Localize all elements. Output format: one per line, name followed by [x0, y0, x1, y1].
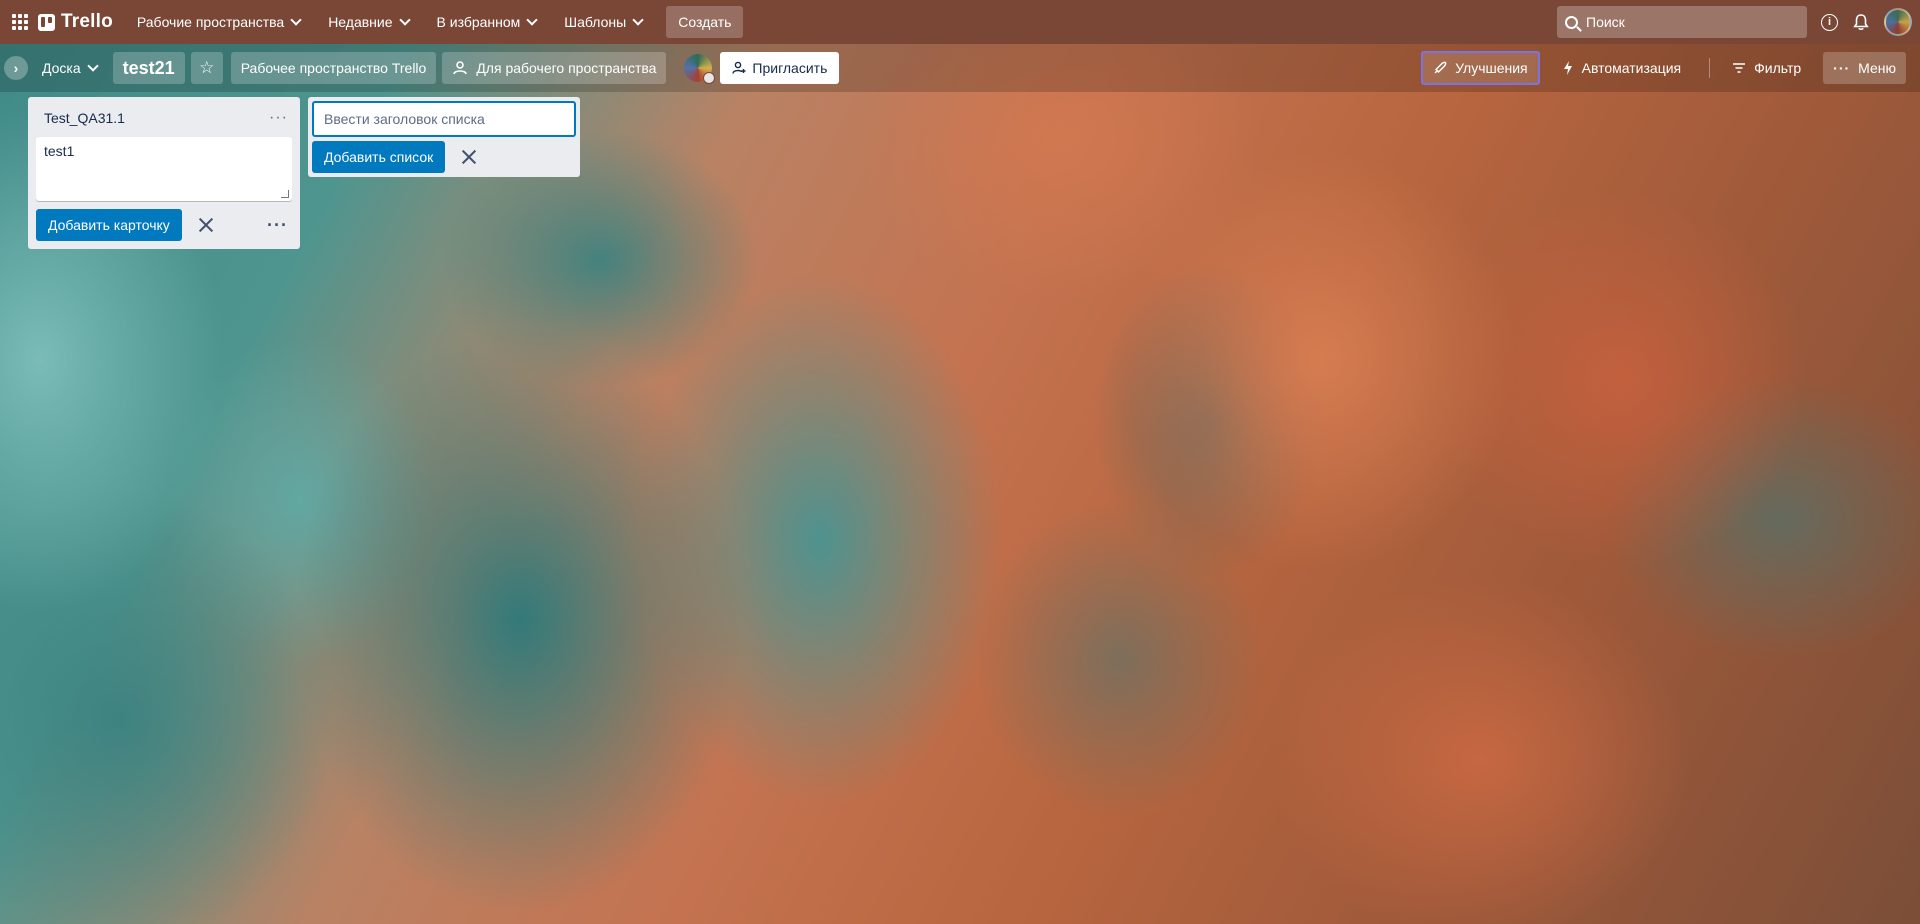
nav-workspaces-label: Рабочие пространства	[136, 14, 285, 30]
add-person-icon	[732, 61, 746, 74]
rocket-icon	[1434, 61, 1447, 74]
trello-logo-icon	[38, 13, 55, 31]
chevron-down-icon	[526, 14, 538, 26]
header-divider	[1709, 58, 1711, 78]
resize-grip-icon[interactable]	[281, 190, 289, 198]
search-input[interactable]	[1586, 14, 1786, 30]
card-title-textarea[interactable]	[44, 143, 284, 195]
card-composer-actions: Добавить карточку ···	[36, 209, 292, 241]
upgrades-label: Улучшения	[1455, 60, 1528, 76]
list-title-input[interactable]	[312, 101, 576, 137]
lightning-icon	[1563, 61, 1572, 75]
filter-label: Фильтр	[1754, 60, 1802, 76]
list-header: Test_QA31.1 ···	[36, 103, 292, 133]
chevron-down-icon	[290, 14, 302, 26]
automation-label: Автоматизация	[1581, 60, 1682, 76]
top-navigation-bar: Trello Рабочие пространства Недавние В и…	[0, 0, 1920, 44]
automation-button[interactable]: Автоматизация	[1552, 52, 1691, 84]
menu-button[interactable]: ··· Меню	[1823, 52, 1906, 84]
chevron-down-icon	[398, 14, 411, 26]
workspace-button[interactable]: Рабочее пространство Trello	[230, 52, 437, 84]
close-icon[interactable]	[190, 209, 222, 241]
nav-starred-label: В избранном	[436, 14, 521, 30]
list-actions-dots-icon[interactable]: ···	[269, 109, 288, 127]
card-composer	[36, 137, 292, 201]
filter-icon	[1733, 63, 1746, 73]
sidebar-expand-chevron-icon[interactable]: ›	[4, 56, 28, 80]
new-list-composer: Добавить список	[308, 97, 580, 177]
more-dots-icon: ···	[1833, 60, 1851, 76]
visibility-label: Для рабочего пространства	[476, 60, 657, 76]
add-list-button[interactable]: Добавить список	[312, 141, 446, 173]
bell-icon[interactable]	[1852, 13, 1870, 31]
board-header: › Доска test21 ☆ Рабочее пространство Tr…	[0, 44, 1920, 92]
menu-label: Меню	[1858, 60, 1896, 76]
visibility-button[interactable]: Для рабочего пространства	[442, 52, 667, 84]
search-icon	[1565, 15, 1578, 29]
apps-grid-icon[interactable]	[10, 12, 30, 32]
list-title[interactable]: Test_QA31.1	[44, 110, 125, 126]
board-title[interactable]: test21	[112, 52, 185, 84]
create-button[interactable]: Создать	[666, 6, 744, 38]
nav-recent[interactable]: Недавние	[318, 6, 418, 38]
upgrades-button[interactable]: Улучшения	[1421, 51, 1540, 85]
invite-button[interactable]: Пригласить	[720, 52, 840, 84]
star-icon[interactable]: ☆	[190, 52, 223, 84]
info-icon[interactable]: i	[1821, 13, 1838, 31]
board-view-switcher[interactable]: Доска	[32, 52, 107, 84]
nav-starred[interactable]: В избранном	[427, 6, 547, 38]
trello-logo[interactable]: Trello	[38, 11, 113, 33]
nav-templates[interactable]: Шаблоны	[554, 6, 652, 38]
search-box[interactable]	[1557, 6, 1807, 38]
board-header-right: Улучшения Автоматизация Фильтр ··· Меню	[1421, 51, 1912, 85]
topbar-right-group: i	[1557, 6, 1912, 38]
user-avatar[interactable]	[1884, 8, 1912, 36]
nav-templates-label: Шаблоны	[564, 14, 627, 30]
invite-label: Пригласить	[752, 60, 828, 76]
member-avatar[interactable]	[684, 54, 716, 84]
more-options-dots-icon[interactable]: ···	[267, 215, 292, 236]
filter-button[interactable]: Фильтр	[1722, 52, 1811, 84]
list-test-qa31: Test_QA31.1 ··· Добавить карточку ···	[28, 97, 300, 249]
close-icon[interactable]	[453, 141, 485, 173]
new-list-actions: Добавить список	[312, 141, 576, 173]
trello-logo-text: Trello	[61, 11, 113, 32]
people-icon	[453, 61, 468, 75]
board-view-label: Доска	[42, 60, 81, 76]
nav-workspaces[interactable]: Рабочие пространства	[127, 6, 310, 38]
chevron-down-icon	[632, 14, 644, 26]
nav-recent-label: Недавние	[328, 14, 393, 30]
chevron-down-icon	[86, 60, 99, 72]
add-card-button[interactable]: Добавить карточку	[36, 209, 182, 241]
